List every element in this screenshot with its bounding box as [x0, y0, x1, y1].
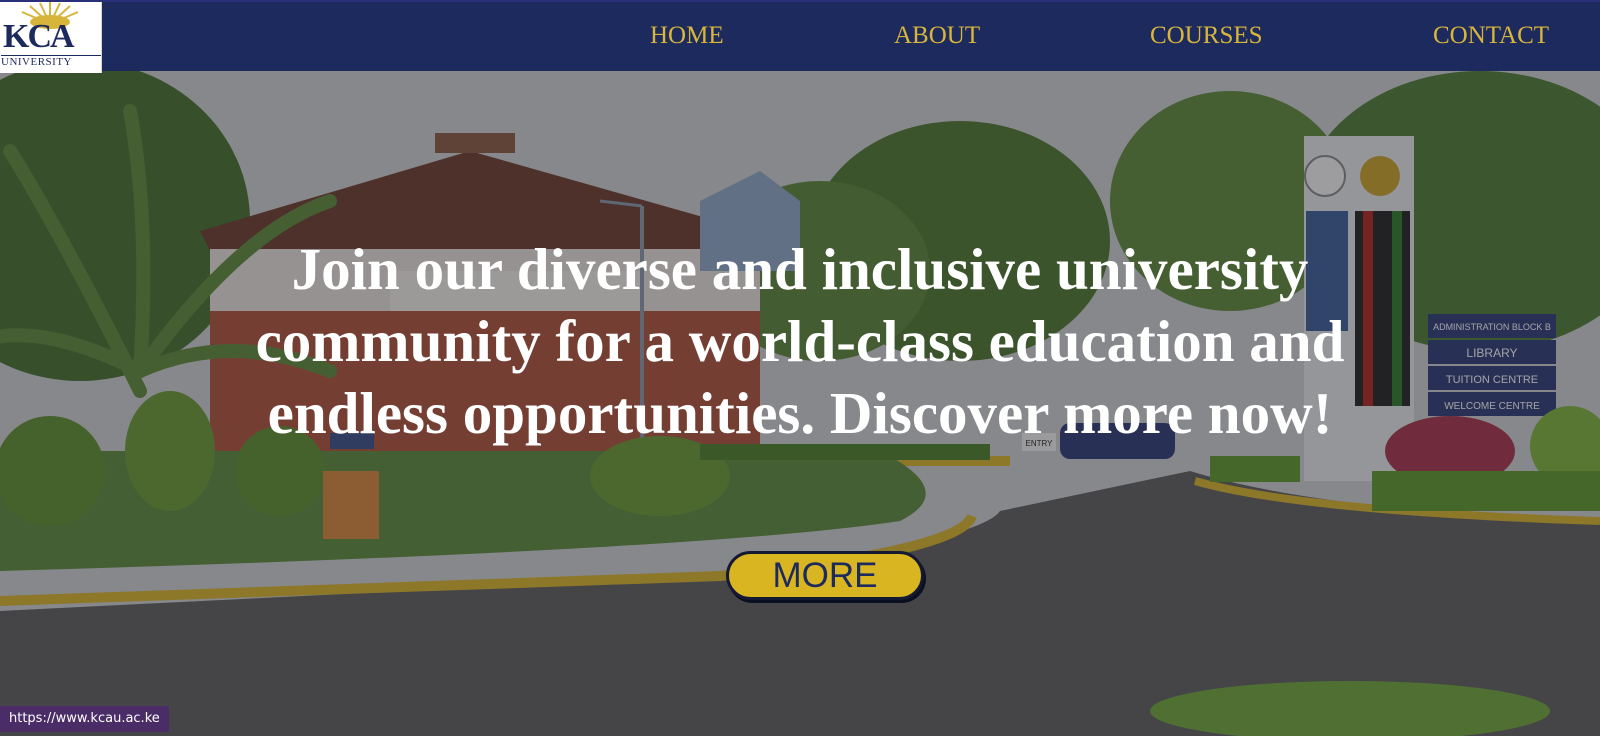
more-button[interactable]: MORE — [726, 551, 924, 600]
nav-contact[interactable]: CONTACT — [1433, 21, 1549, 51]
logo-subtitle: UNIVERSITY — [1, 55, 101, 68]
hero-section: ADMINISTRATION BLOCK B LIBRARY TUITION C… — [0, 71, 1600, 736]
nav-about[interactable]: ABOUT — [894, 21, 980, 51]
hero-heading: Join our diverse and inclusive universit… — [255, 236, 1345, 446]
nav-courses[interactable]: COURSES — [1150, 21, 1263, 51]
page: KCA UNIVERSITY HOME ABOUT COURSES CONTAC… — [0, 0, 1600, 736]
navbar: KCA UNIVERSITY HOME ABOUT COURSES CONTAC… — [0, 0, 1600, 73]
nav-home[interactable]: HOME — [650, 21, 724, 51]
logo-title: KCA — [3, 18, 75, 55]
status-bar-url: https://www.kcau.ac.ke — [0, 706, 169, 732]
university-logo[interactable]: KCA UNIVERSITY — [0, 2, 102, 73]
